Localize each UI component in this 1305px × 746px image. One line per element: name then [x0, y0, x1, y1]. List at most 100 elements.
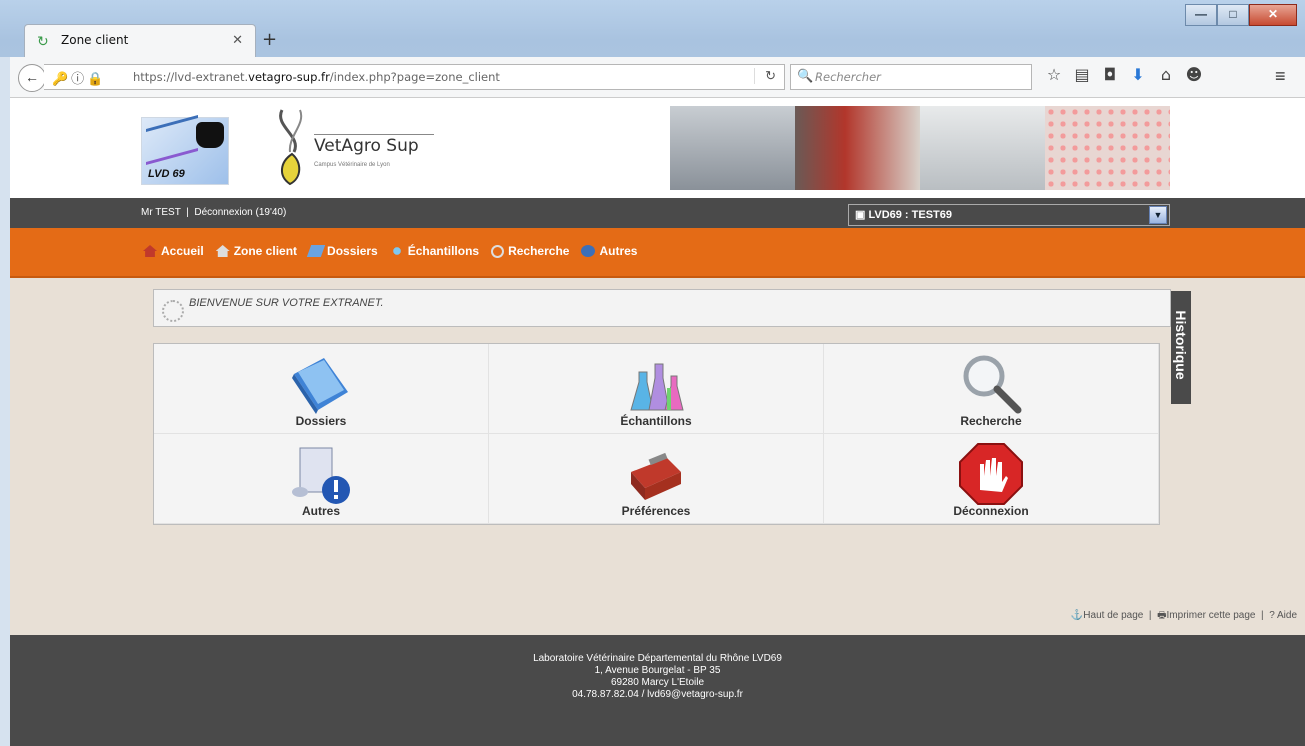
title-bar: ↻ Zone client ✕ + — □ ✕	[0, 0, 1305, 57]
window-controls: — □ ✕	[1185, 4, 1297, 26]
main-menu: Accueil Zone client Dossiers Échantillon…	[10, 228, 1305, 278]
tile-autres[interactable]: Autres	[154, 434, 489, 524]
info-scroll-icon	[292, 447, 350, 504]
window-border	[0, 57, 10, 746]
main-menu-links: Accueil Zone client Dossiers Échantillon…	[143, 244, 637, 258]
help-icon: ?	[1269, 610, 1275, 621]
user-name: Mr TEST	[141, 207, 181, 218]
url-suffix: /index.php?page=zone_client	[329, 70, 500, 84]
back-button[interactable]: ←	[18, 64, 46, 92]
welcome-text: BIENVENUE SUR VOTRE EXTRANET.	[189, 297, 384, 309]
magnifier-icon	[491, 244, 505, 258]
site-header: LVD 69 VetAgro Sup Campus Vétérinaire de…	[10, 98, 1305, 198]
tile-label: Recherche	[960, 414, 1022, 428]
menu-item-echantillons[interactable]: Échantillons	[389, 244, 480, 258]
dna-graphic	[146, 115, 198, 165]
printer-icon: 🖶	[1157, 610, 1167, 621]
tile-label: Échantillons	[620, 414, 692, 428]
tile-label: Préférences	[621, 504, 691, 518]
maximize-button[interactable]: □	[1217, 4, 1249, 26]
tile-label: Déconnexion	[953, 504, 1029, 518]
vetagro-logo-icon	[279, 109, 303, 186]
footer-lab-name: Laboratoire Vétérinaire Départemental du…	[533, 653, 782, 664]
url-domain: vetagro-sup.fr	[248, 70, 330, 84]
toolbox-icon	[631, 452, 681, 500]
search-input[interactable]: 🔍 Rechercher	[790, 64, 1032, 90]
welcome-panel: BIENVENUE SUR VOTRE EXTRANET.	[153, 289, 1171, 327]
tile-recherche[interactable]: Recherche	[824, 344, 1159, 434]
header-banner-photos	[670, 106, 1170, 190]
hamburger-menu-icon[interactable]: ≡	[1275, 66, 1286, 87]
chat-icon[interactable]: ☻	[1180, 65, 1208, 84]
close-window-button[interactable]: ✕	[1249, 4, 1297, 26]
close-tab-icon[interactable]: ✕	[232, 32, 243, 48]
menu-item-autres[interactable]: Autres	[581, 244, 637, 258]
tile-deconnexion[interactable]: Déconnexion	[824, 434, 1159, 524]
vetagro-divider	[314, 134, 434, 135]
menu-item-zone-client[interactable]: Zone client	[215, 244, 298, 258]
chevron-down-icon[interactable]: ▼	[1149, 206, 1167, 224]
url-text[interactable]: https://lvd-extranet.vetagro-sup.fr/inde…	[133, 70, 500, 84]
client-select-text: LVD69 : TEST69	[868, 209, 952, 221]
vetagro-subtitle: Campus Vétérinaire de Lyon	[314, 162, 390, 168]
browser-window: ↻ Zone client ✕ + — □ ✕ ← 🔑ⓘ🔒 https://lv…	[0, 0, 1305, 746]
address-bar[interactable]: 🔑ⓘ🔒 https://lvd-extranet.vetagro-sup.fr/…	[44, 64, 785, 90]
reading-list-icon[interactable]: ▤	[1068, 65, 1096, 84]
url-prefix: https://lvd-extranet.	[133, 70, 249, 84]
flasks-icon	[389, 245, 404, 257]
home-icon[interactable]: ⌂	[1152, 65, 1180, 84]
folder-icon	[292, 358, 348, 414]
search-icon: 🔍	[797, 68, 814, 83]
tile-echantillons[interactable]: Échantillons	[489, 344, 824, 434]
client-select-value: ▣ LVD69 : TEST69	[855, 209, 952, 221]
tile-label: Autres	[301, 504, 340, 518]
minimize-button[interactable]: —	[1185, 4, 1217, 26]
print-page-link[interactable]: Imprimer cette page	[1167, 610, 1256, 621]
home-icon	[143, 245, 157, 257]
help-link[interactable]: Aide	[1277, 610, 1297, 621]
banner-building-photo	[670, 106, 795, 190]
download-icon[interactable]: ⬇	[1124, 65, 1152, 84]
info-scroll-icon	[581, 245, 596, 257]
menu-item-dossiers[interactable]: Dossiers	[306, 244, 378, 258]
menu-item-label: Zone client	[233, 244, 298, 258]
logout-link[interactable]: Déconnexion (19'40)	[194, 207, 286, 218]
spinner-icon	[162, 300, 184, 322]
bookmark-star-icon[interactable]: ☆	[1040, 65, 1068, 84]
web-page: LVD 69 VetAgro Sup Campus Vétérinaire de…	[10, 98, 1305, 746]
anchor-icon: ⚓	[1070, 610, 1084, 621]
page-footer: Laboratoire Vétérinaire Départemental du…	[10, 635, 1305, 746]
menu-item-recherche[interactable]: Recherche	[491, 244, 569, 258]
back-to-top-link[interactable]: Haut de page	[1083, 610, 1143, 621]
user-bar: Mr TEST | Déconnexion (19'40) ▣ LVD69 : …	[10, 198, 1305, 228]
toolbar-icons: ☆ ▤ ◘ ⬇ ⌂ ☻	[1040, 65, 1208, 84]
dashboard-grid: Dossiers Échantillons Recherche Autres P…	[153, 343, 1160, 525]
footer-city: 69280 Marcy L'Etoile	[610, 677, 705, 688]
client-select[interactable]: ▣ LVD69 : TEST69 ▼	[848, 204, 1170, 226]
tile-preferences[interactable]: Préférences	[489, 434, 824, 524]
menu-item-label: Recherche	[508, 244, 570, 258]
historique-tab[interactable]: Historique	[1171, 291, 1191, 404]
footer-address: 1, Avenue Bourgelat - BP 35	[594, 665, 721, 676]
tab-title: Zone client	[61, 33, 129, 47]
tab-zone-client[interactable]: ↻ Zone client ✕	[24, 24, 256, 57]
reload-icon[interactable]: ↻	[754, 68, 776, 84]
folder-icon	[306, 245, 326, 257]
search-placeholder: Rechercher	[815, 70, 881, 84]
pocket-icon[interactable]: ◘	[1096, 65, 1124, 84]
house-user-icon	[215, 245, 230, 257]
lvd-logo-text: LVD 69	[148, 168, 185, 180]
refresh-favicon-icon: ↻	[37, 33, 49, 49]
new-tab-button[interactable]: +	[262, 29, 277, 50]
site-identity-icons[interactable]: 🔑ⓘ🔒	[52, 68, 106, 87]
menu-item-label: Échantillons	[407, 244, 480, 258]
menu-item-accueil[interactable]: Accueil	[143, 244, 204, 258]
vetagro-name: VetAgro Sup	[314, 136, 419, 156]
footer-contact[interactable]: 04.78.87.82.04 / lvd69@vetagro-sup.fr	[10, 689, 1305, 701]
lvd69-logo[interactable]: LVD 69	[141, 115, 229, 185]
user-info: Mr TEST | Déconnexion (19'40)	[141, 207, 287, 218]
banner-pipette-photo	[920, 106, 1045, 190]
lock-icon: 🔒	[87, 72, 107, 87]
banner-plate-photo	[1045, 106, 1170, 190]
tile-dossiers[interactable]: Dossiers	[154, 344, 489, 434]
